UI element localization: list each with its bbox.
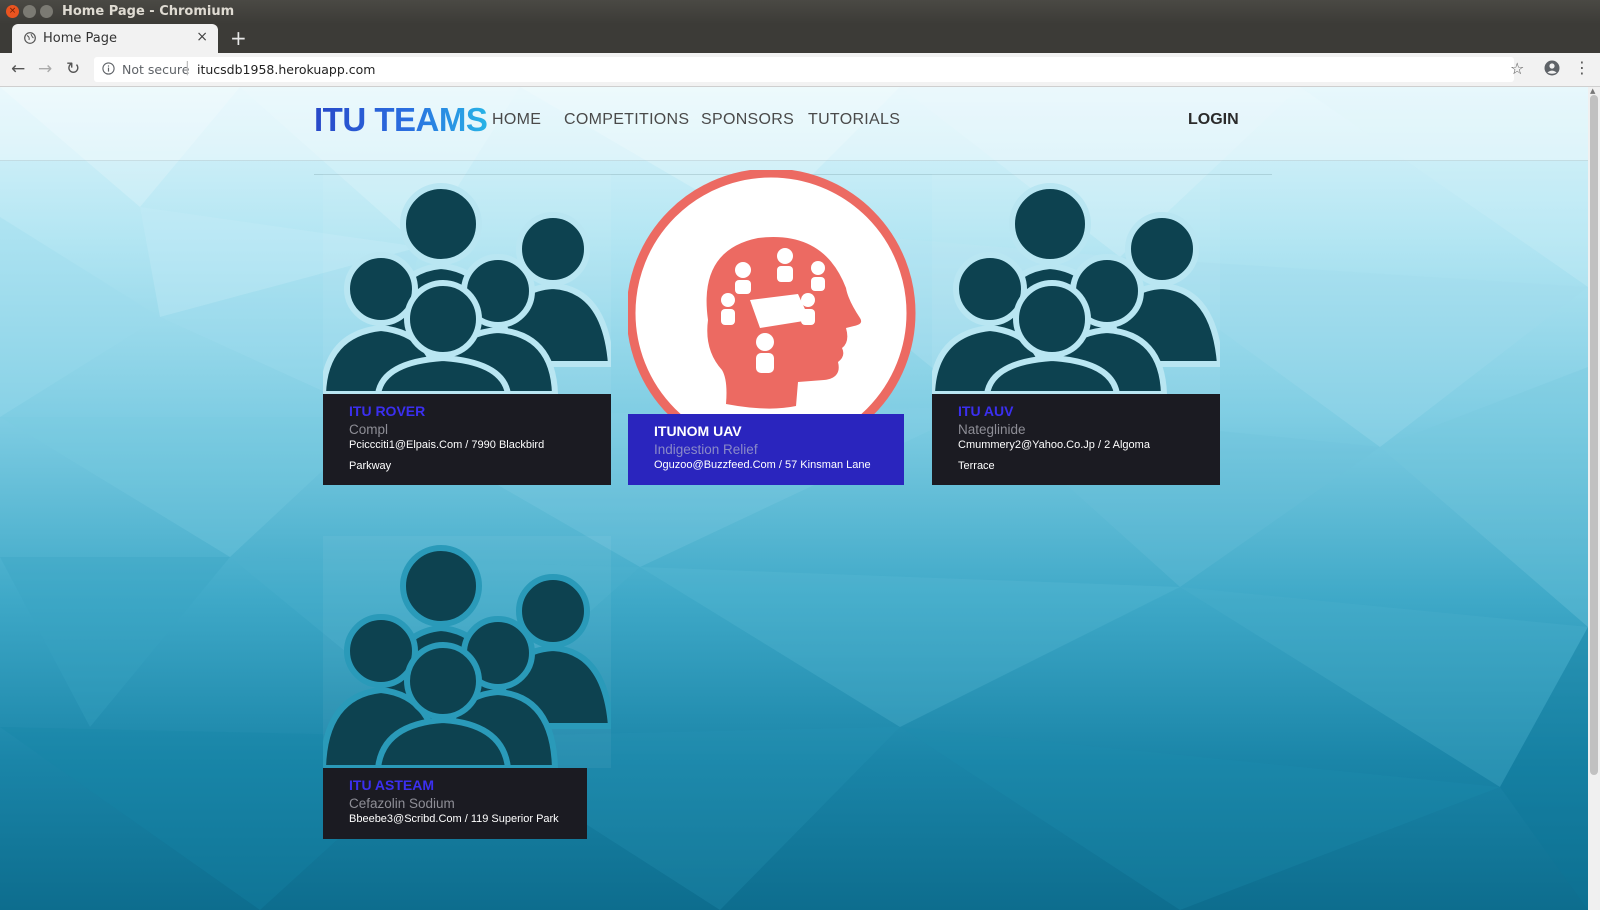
tab-label: Home Page: [43, 31, 117, 46]
team-caption: ITU AUV Nateglinide Cmummery2@Yahoo.Co.J…: [932, 394, 1220, 485]
back-arrow-icon[interactable]: ←: [11, 59, 25, 79]
team-caption: ITU ASTEAM Cefazolin Sodium Bbeebe3@Scri…: [323, 768, 587, 839]
team-name[interactable]: ITUNOM UAV: [654, 423, 742, 439]
window-maximize-button[interactable]: [40, 5, 53, 18]
team-card[interactable]: ITU AUV Nateglinide Cmummery2@Yahoo.Co.J…: [932, 174, 1220, 485]
team-name[interactable]: ITU ASTEAM: [349, 777, 434, 793]
info-icon[interactable]: [102, 62, 115, 75]
security-status[interactable]: Not secure: [122, 62, 189, 77]
page-viewport: ITU TEAMS HOME COMPETITIONS SPONSORS TUT…: [0, 87, 1588, 910]
scroll-up-arrow-icon[interactable]: ▲: [1590, 87, 1595, 95]
new-tab-button[interactable]: +: [230, 27, 247, 49]
team-head-icon: [628, 170, 916, 420]
bookmark-star-icon[interactable]: ☆: [1510, 59, 1524, 78]
tab-home-page[interactable]: Home Page ×: [12, 24, 218, 53]
forward-arrow-icon[interactable]: →: [38, 59, 52, 79]
team-card[interactable]: ITU ROVER Compl Pciccciti1@Elpais.Com / …: [323, 174, 611, 485]
team-caption: ITUNOM UAV Indigestion Relief Oguzoo@Buz…: [628, 414, 904, 485]
team-caption: ITU ROVER Compl Pciccciti1@Elpais.Com / …: [323, 394, 611, 485]
url-text[interactable]: itucsdb1958.herokuapp.com: [197, 62, 375, 77]
window-title: Home Page - Chromium: [62, 4, 235, 19]
team-silhouette-icon: [323, 174, 611, 394]
nav-link-sponsors[interactable]: SPONSORS: [701, 111, 794, 129]
team-contact-line2: Parkway: [349, 460, 392, 472]
team-silhouette-icon: [323, 536, 611, 768]
vertical-scrollbar[interactable]: ▲: [1588, 87, 1600, 910]
reload-icon[interactable]: ↻: [66, 59, 80, 79]
team-card-highlighted[interactable]: ITUNOM UAV Indigestion Relief Oguzoo@Buz…: [628, 170, 916, 502]
globe-icon: [24, 32, 36, 44]
team-contact-line2: Terrace: [958, 460, 995, 472]
site-header: ITU TEAMS HOME COMPETITIONS SPONSORS TUT…: [0, 87, 1588, 161]
nav-link-home[interactable]: HOME: [492, 111, 541, 129]
tab-strip: Home Page × +: [0, 24, 1600, 53]
window-minimize-button[interactable]: [23, 5, 36, 18]
team-contact-line1: Cmummery2@Yahoo.Co.Jp / 2 Algoma: [958, 439, 1150, 451]
team-card[interactable]: ITU ASTEAM Cefazolin Sodium Bbeebe3@Scri…: [323, 536, 611, 846]
kebab-menu-icon[interactable]: ⋮: [1574, 58, 1590, 77]
team-name[interactable]: ITU ROVER: [349, 403, 425, 419]
url-separator: |: [185, 60, 190, 76]
team-contact-line1: Pciccciti1@Elpais.Com / 7990 Blackbird: [349, 439, 545, 451]
team-contact-line1: Oguzoo@Buzzfeed.Com / 57 Kinsman Lane: [654, 459, 871, 471]
browser-toolbar: ← → ↻ Not secure | itucsdb1958.herokuapp…: [0, 53, 1600, 87]
nav-link-competitions[interactable]: COMPETITIONS: [564, 111, 689, 129]
site-logo[interactable]: ITU TEAMS: [314, 101, 488, 139]
team-silhouette-icon: [932, 174, 1220, 394]
close-icon[interactable]: ×: [196, 29, 208, 45]
window-titlebar: × Home Page - Chromium: [0, 0, 1600, 24]
login-link[interactable]: LOGIN: [1188, 111, 1239, 129]
scrollbar-thumb[interactable]: [1590, 95, 1598, 775]
nav-link-tutorials[interactable]: TUTORIALS: [808, 111, 900, 129]
address-bar[interactable]: Not secure | itucsdb1958.herokuapp.com: [94, 57, 1514, 82]
team-name[interactable]: ITU AUV: [958, 403, 1013, 419]
team-contact-line1: Bbeebe3@Scribd.Com / 119 Superior Park: [349, 813, 559, 825]
account-icon[interactable]: [1544, 60, 1560, 76]
window-close-button[interactable]: ×: [6, 5, 19, 18]
